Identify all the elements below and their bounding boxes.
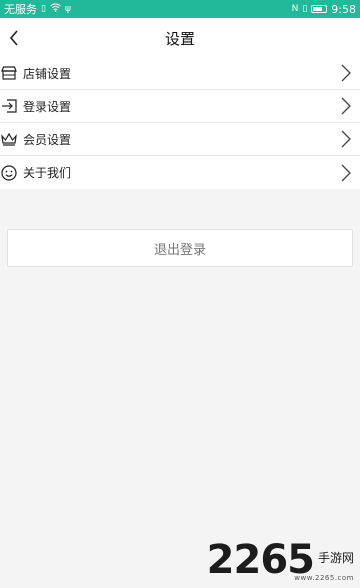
- carrier-text: 无服务: [4, 3, 37, 16]
- usb-icon: ψ: [64, 3, 71, 14]
- menu-item-label: 会员设置: [23, 132, 72, 147]
- menu-item-login-settings[interactable]: 登录设置: [0, 90, 360, 123]
- smile-icon: [0, 164, 18, 182]
- logout-button[interactable]: 退出登录: [7, 229, 353, 267]
- page-title: 设置: [164, 29, 195, 48]
- logout-label: 退出登录: [153, 242, 206, 258]
- menu-item-label: 登录设置: [23, 99, 72, 114]
- nfc-icon: N: [291, 3, 299, 14]
- chevron-right-icon: [341, 97, 351, 115]
- menu-item-member-settings[interactable]: 会员设置: [0, 123, 360, 156]
- battery-icon: [311, 5, 328, 13]
- watermark-text: 手游网: [317, 551, 354, 565]
- status-bar: 无服务 ▯ ψ N ▯ 9:58: [0, 0, 360, 18]
- back-button[interactable]: [0, 18, 28, 58]
- menu-item-label: 关于我们: [23, 166, 72, 180]
- chevron-right-icon: [341, 130, 351, 148]
- status-right: N ▯ 9:58: [292, 3, 356, 16]
- crown-icon: [0, 130, 18, 148]
- menu-item-store-settings[interactable]: 店铺设置: [0, 57, 360, 90]
- wifi-icon: [50, 3, 61, 15]
- chevron-left-icon: [9, 30, 18, 46]
- store-icon: [0, 64, 18, 82]
- menu-item-label: 店铺设置: [23, 66, 72, 81]
- vibrate-icon: ▯: [302, 3, 308, 14]
- chevron-right-icon: [341, 164, 351, 181]
- status-left: 无服务 ▯ ψ: [4, 1, 71, 17]
- settings-menu: 店铺设置 登录设置 会员设置 关于我们: [0, 57, 360, 189]
- menu-item-about-us[interactable]: 关于我们: [0, 156, 360, 189]
- clock-text: 9:58: [331, 2, 356, 16]
- nav-bar: 设置: [0, 18, 360, 58]
- sim-icon: ▯: [41, 3, 46, 14]
- login-icon: [0, 97, 18, 115]
- watermark-url: www.2265.com: [294, 574, 354, 582]
- chevron-right-icon: [341, 64, 351, 82]
